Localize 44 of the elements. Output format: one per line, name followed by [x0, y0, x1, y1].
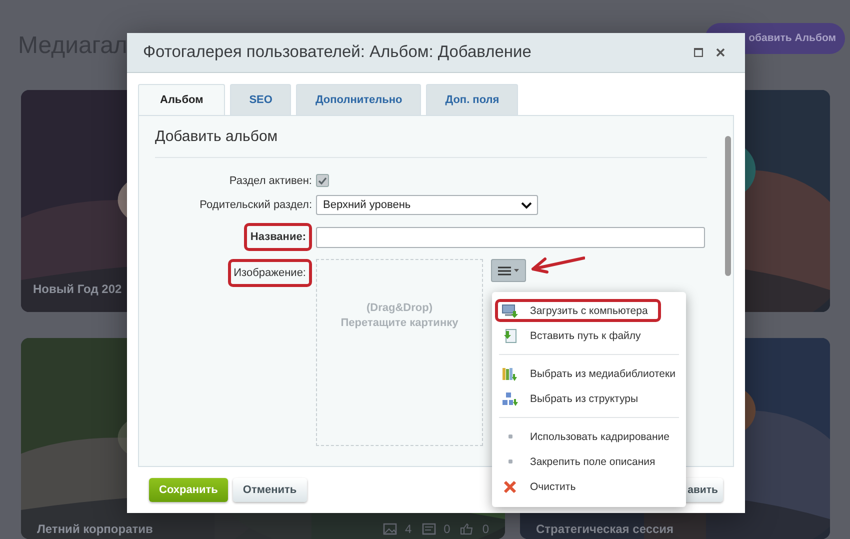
album-title: Стратегическая сессия [536, 522, 675, 536]
stat-count: 0 [482, 522, 489, 536]
close-icon [716, 48, 724, 57]
thumbs-up-icon [460, 523, 474, 535]
select-field[interactable]: Верхний уровень [316, 195, 538, 215]
stat-count: 0 [444, 522, 450, 536]
maximize-icon [694, 48, 702, 57]
album-title: Летний корпоратив [37, 522, 154, 536]
tab[interactable]: SEO [230, 84, 292, 115]
menu-item[interactable]: Очистить [502, 475, 576, 498]
menu-item[interactable]: Выбрать из структуры [502, 387, 638, 410]
field-label: Название: [244, 223, 312, 251]
field-label: Изображение: [228, 259, 312, 287]
cancel-button[interactable]: Отменить [232, 478, 307, 502]
window-title: Фотогалерея пользователей: Альбом: Добавление [143, 43, 532, 62]
tab[interactable]: Дополнительно [296, 84, 422, 115]
menu-item[interactable]: Вставить путь к файлу [502, 324, 641, 347]
stat-count: 4 [404, 522, 412, 536]
image-icon [382, 523, 397, 535]
structure-icon [502, 392, 518, 406]
comment-icon [422, 523, 436, 535]
document-icon [502, 328, 518, 342]
section-heading: Добавить альбом [155, 128, 707, 158]
input-field[interactable] [316, 226, 705, 248]
close-icon [502, 480, 518, 494]
books-icon [502, 366, 518, 380]
caret-icon [514, 269, 519, 272]
computer-icon [502, 304, 518, 318]
annotation-arrow [529, 256, 585, 274]
album-title: Новый Год 202 [33, 282, 123, 296]
chevron-down-icon [521, 202, 532, 208]
menu-item[interactable]: Загрузить с компьютера [495, 299, 661, 322]
bullet-icon [508, 434, 512, 439]
tab[interactable]: Альбом [138, 84, 226, 115]
bullet-icon [508, 459, 512, 464]
field-label: Родительский раздел: [200, 199, 312, 211]
field-label: Раздел активен: [229, 174, 312, 186]
tab[interactable]: Доп. поля [426, 84, 518, 115]
menu-item[interactable]: Выбрать из медиабиблиотеки [502, 362, 676, 385]
menu-icon [498, 266, 511, 276]
menu-item[interactable]: Использовать кадрирование [502, 425, 670, 448]
menu-button[interactable] [491, 259, 526, 282]
menu-item[interactable]: Закрепить поле описания [502, 450, 656, 473]
checkbox[interactable] [316, 174, 329, 187]
